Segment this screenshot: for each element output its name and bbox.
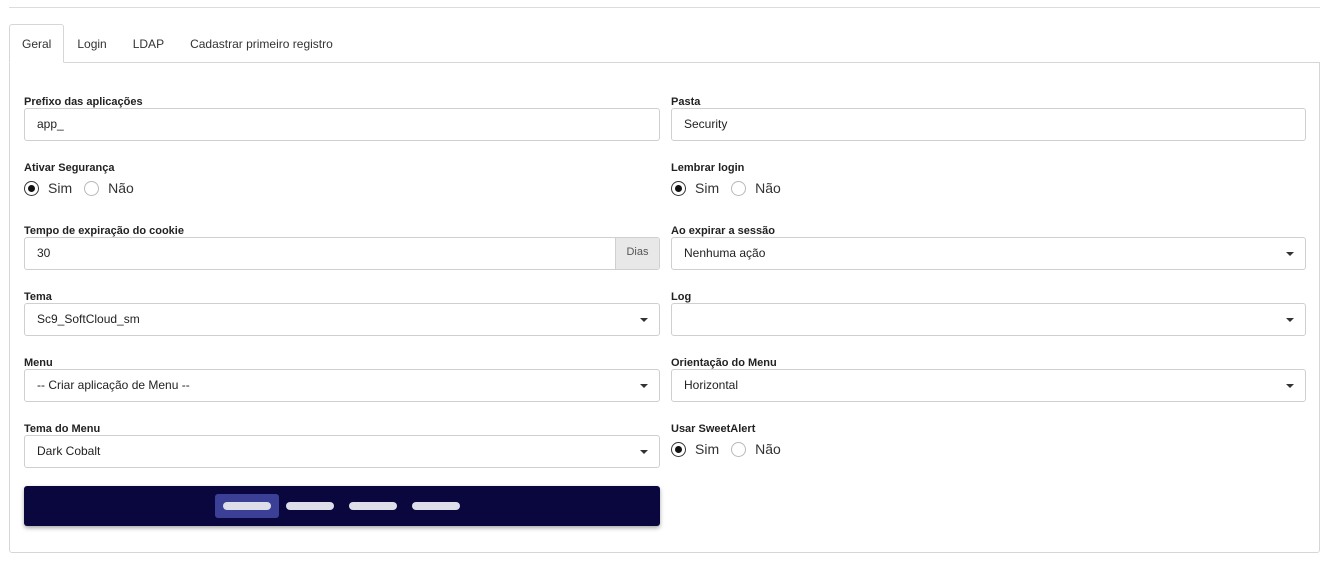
ao-expirar-select[interactable]: Nenhuma ação [671, 237, 1306, 270]
preview-active-item [215, 494, 279, 518]
preview-menu-item-bar [349, 502, 397, 510]
radio-label: Não [755, 180, 781, 196]
preview-menu-item-bar [286, 502, 334, 510]
usar-sweetalert-sim-radio[interactable]: Sim [671, 441, 719, 457]
prefixo-label: Prefixo das aplicações [24, 96, 143, 108]
pasta-value: Security [684, 117, 728, 131]
caret-down-icon [1286, 384, 1294, 388]
tema-menu-label: Tema do Menu [24, 423, 101, 435]
usar-sweetalert-radio-group: Sim Não [671, 441, 793, 457]
caret-down-icon [640, 384, 648, 388]
tempo-expiracao-value: 30 [37, 246, 51, 260]
tempo-expiracao-input[interactable]: 30 Dias [24, 237, 660, 270]
dias-addon: Dias [615, 238, 659, 269]
menu-theme-preview [24, 486, 660, 526]
ativar-seguranca-sim-radio[interactable]: Sim [24, 180, 72, 196]
ativar-seguranca-radio-group: Sim Não [24, 180, 146, 196]
caret-down-icon [1286, 252, 1294, 256]
pasta-input[interactable]: Security [671, 108, 1306, 141]
radio-unchecked-icon [84, 180, 100, 196]
radio-unchecked-icon [731, 441, 747, 457]
tema-menu-field: Tema do Menu Dark Cobalt [24, 422, 660, 468]
log-field: Log [671, 290, 1306, 336]
ativar-seguranca-field: Ativar Segurança Sim Não [24, 161, 660, 196]
top-divider [9, 7, 1320, 8]
lembrar-login-sim-radio[interactable]: Sim [671, 180, 719, 196]
tab-geral[interactable]: Geral [9, 24, 65, 63]
preview-menu-item-bar [223, 502, 271, 510]
lembrar-login-radio-group: Sim Não [671, 180, 793, 196]
radio-checked-icon [24, 180, 39, 196]
tab-login[interactable]: Login [64, 24, 119, 63]
settings-tabs: Geral Login LDAP Cadastrar primeiro regi… [9, 24, 346, 63]
radio-checked-icon [671, 180, 686, 196]
tempo-expiracao-label: Tempo de expiração do cookie [24, 225, 184, 237]
pasta-label: Pasta [671, 96, 701, 108]
orientacao-menu-label: Orientação do Menu [671, 357, 777, 369]
menu-select[interactable]: -- Criar aplicação de Menu -- [24, 369, 660, 402]
menu-field: Menu -- Criar aplicação de Menu -- [24, 356, 660, 402]
radio-checked-icon [671, 441, 686, 457]
tab-panel-geral: Prefixo das aplicações app_ Ativar Segur… [9, 62, 1320, 553]
ao-expirar-value: Nenhuma ação [684, 246, 766, 260]
log-select[interactable] [671, 303, 1306, 336]
orientacao-menu-field: Orientação do Menu Horizontal [671, 356, 1306, 402]
orientacao-menu-select[interactable]: Horizontal [671, 369, 1306, 402]
prefixo-input[interactable]: app_ [24, 108, 660, 141]
radio-label: Sim [695, 441, 720, 457]
usar-sweetalert-field: Usar SweetAlert Sim Não [671, 422, 1306, 457]
ativar-seguranca-label: Ativar Segurança [24, 162, 115, 174]
prefixo-value: app_ [37, 117, 64, 131]
tempo-expiracao-field: Tempo de expiração do cookie 30 Dias [24, 224, 660, 270]
prefixo-field: Prefixo das aplicações app_ [24, 95, 660, 141]
ativar-seguranca-nao-radio[interactable]: Não [84, 180, 134, 196]
menu-label: Menu [24, 357, 53, 369]
radio-label: Sim [48, 180, 73, 196]
ao-expirar-field: Ao expirar a sessão Nenhuma ação [671, 224, 1306, 270]
tema-field: Tema Sc9_SoftCloud_sm [24, 290, 660, 336]
caret-down-icon [640, 318, 648, 322]
lembrar-login-field: Lembrar login Sim Não [671, 161, 1306, 196]
orientacao-menu-value: Horizontal [684, 378, 739, 392]
tema-label: Tema [24, 291, 52, 303]
usar-sweetalert-nao-radio[interactable]: Não [731, 441, 781, 457]
tema-menu-value: Dark Cobalt [37, 444, 101, 458]
ao-expirar-label: Ao expirar a sessão [671, 225, 775, 237]
pasta-field: Pasta Security [671, 95, 1306, 141]
tema-value: Sc9_SoftCloud_sm [37, 312, 140, 326]
tab-cadastrar-primeiro-registro[interactable]: Cadastrar primeiro registro [177, 24, 346, 63]
menu-value: -- Criar aplicação de Menu -- [37, 378, 190, 392]
tab-ldap[interactable]: LDAP [120, 24, 177, 63]
tema-menu-select[interactable]: Dark Cobalt [24, 435, 660, 468]
radio-label: Sim [695, 180, 720, 196]
preview-menu-item-bar [412, 502, 460, 510]
tema-select[interactable]: Sc9_SoftCloud_sm [24, 303, 660, 336]
caret-down-icon [640, 450, 648, 454]
usar-sweetalert-label: Usar SweetAlert [671, 423, 756, 435]
radio-label: Não [108, 180, 134, 196]
radio-unchecked-icon [731, 180, 747, 196]
lembrar-login-nao-radio[interactable]: Não [731, 180, 781, 196]
caret-down-icon [1286, 318, 1294, 322]
radio-label: Não [755, 441, 781, 457]
lembrar-login-label: Lembrar login [671, 162, 745, 174]
log-label: Log [671, 291, 692, 303]
